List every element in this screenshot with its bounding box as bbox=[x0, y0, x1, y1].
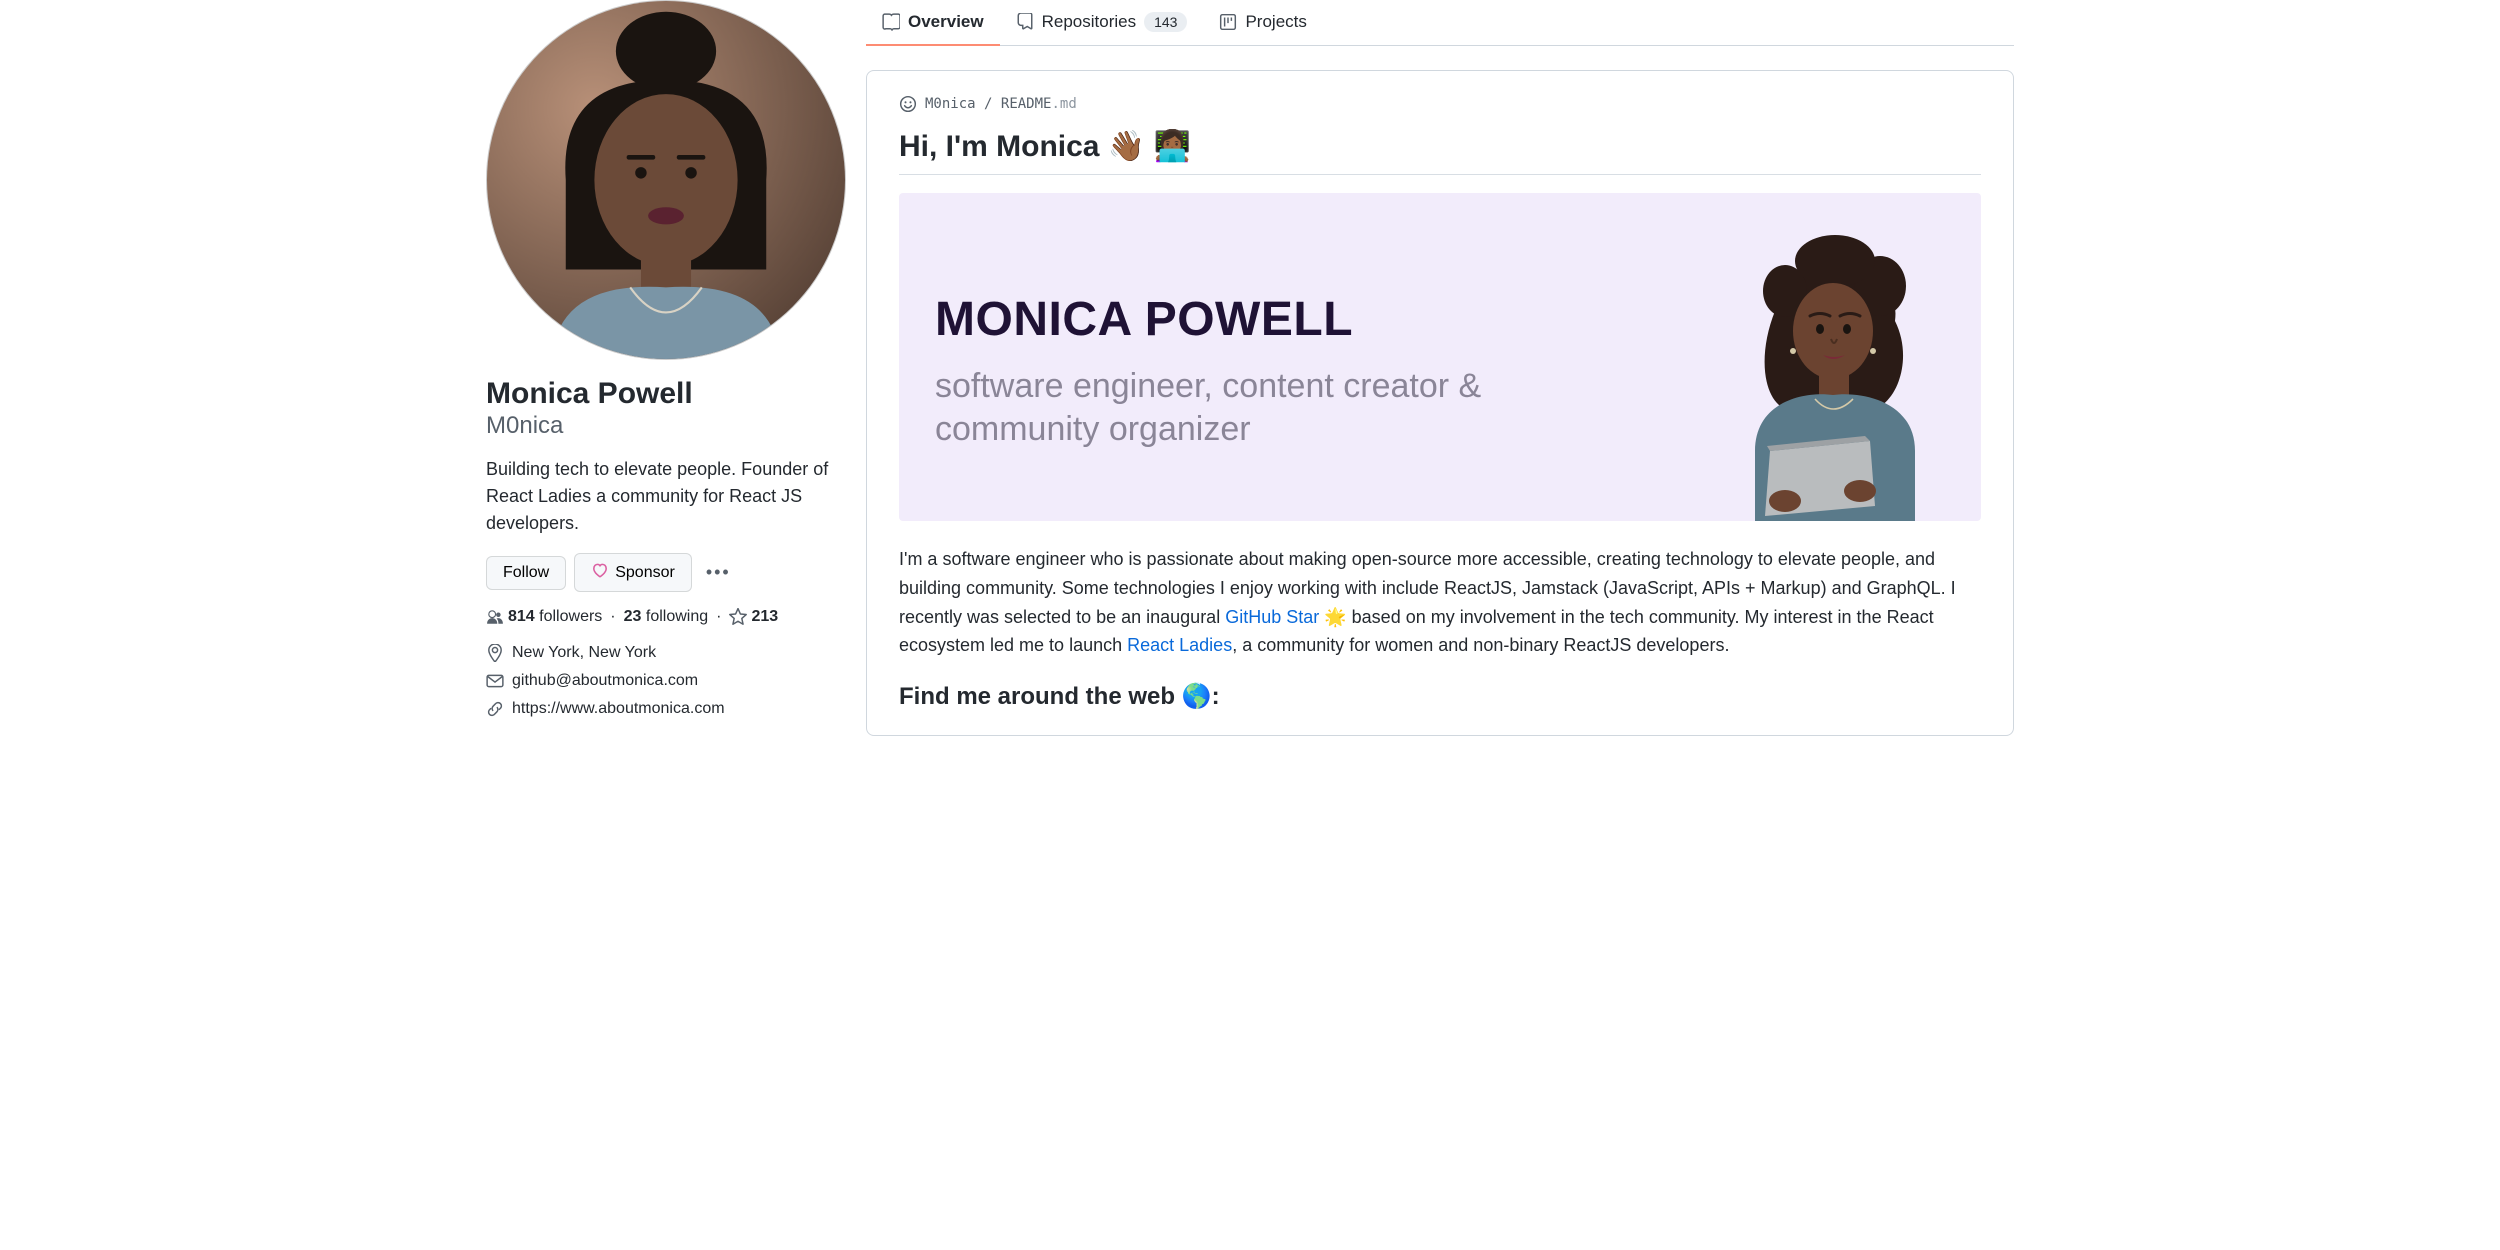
followers-link[interactable]: 814 followers bbox=[508, 608, 602, 626]
banner-illustration bbox=[1715, 221, 1945, 521]
banner-tagline: software engineer, content creator & com… bbox=[935, 365, 1655, 450]
sponsor-button-label: Sponsor bbox=[615, 564, 675, 582]
heart-icon bbox=[591, 561, 609, 584]
stars-link[interactable]: 213 bbox=[751, 608, 778, 626]
readme-banner: MONICA POWELL software engineer, content… bbox=[899, 193, 1981, 521]
main-content: Overview Repositories 143 Projects M0nic… bbox=[850, 0, 2030, 736]
mail-icon bbox=[486, 672, 504, 690]
project-icon bbox=[1219, 13, 1237, 31]
tab-overview-label: Overview bbox=[908, 12, 984, 32]
readme-path[interactable]: M0nica / README.md bbox=[899, 95, 1981, 113]
follow-button[interactable]: Follow bbox=[486, 556, 566, 590]
readme-paragraph: I'm a software engineer who is passionat… bbox=[899, 545, 1981, 660]
website-text: https://www.aboutmonica.com bbox=[512, 700, 725, 718]
book-icon bbox=[882, 13, 900, 31]
people-icon bbox=[486, 608, 504, 626]
profile-bio: Building tech to elevate people. Founder… bbox=[486, 456, 834, 537]
location-text: New York, New York bbox=[512, 644, 656, 662]
tab-repositories[interactable]: Repositories 143 bbox=[1000, 0, 1204, 46]
follow-button-label: Follow bbox=[503, 564, 549, 582]
website[interactable]: https://www.aboutmonica.com bbox=[486, 700, 834, 718]
banner-name: MONICA POWELL bbox=[935, 292, 1655, 347]
profile-readme: M0nica / README.md Hi, I'm Monica 👋🏾 👩🏾‍… bbox=[866, 70, 2014, 736]
readme-subheading: Find me around the web 🌎: bbox=[899, 682, 1981, 711]
repo-count-badge: 143 bbox=[1144, 12, 1187, 32]
more-actions-button[interactable]: ••• bbox=[700, 556, 737, 589]
profile-sidebar: Monica Powell M0nica Building tech to el… bbox=[470, 0, 850, 736]
email-text: github@aboutmonica.com bbox=[512, 672, 698, 690]
following-link[interactable]: 23 following bbox=[624, 608, 709, 626]
repo-icon bbox=[1016, 13, 1034, 31]
tab-projects-label: Projects bbox=[1245, 12, 1306, 32]
tab-repositories-label: Repositories bbox=[1042, 12, 1137, 32]
tab-projects[interactable]: Projects bbox=[1203, 0, 1322, 46]
follow-stats: 814 followers · 23 following · 213 bbox=[486, 608, 834, 626]
smiley-icon bbox=[899, 95, 917, 113]
readme-heading: Hi, I'm Monica 👋🏾 👩🏾‍💻 bbox=[899, 129, 1981, 175]
location: New York, New York bbox=[486, 644, 834, 662]
avatar[interactable] bbox=[486, 0, 846, 360]
profile-tabs: Overview Repositories 143 Projects bbox=[866, 0, 2014, 46]
star-icon bbox=[729, 608, 747, 626]
react-ladies-link[interactable]: React Ladies bbox=[1127, 635, 1232, 655]
sponsor-button[interactable]: Sponsor bbox=[574, 553, 692, 592]
location-icon bbox=[486, 644, 504, 662]
github-star-link[interactable]: GitHub Star bbox=[1225, 607, 1319, 627]
profile-name: Monica Powell bbox=[486, 376, 834, 412]
email[interactable]: github@aboutmonica.com bbox=[486, 672, 834, 690]
profile-username: M0nica bbox=[486, 412, 834, 440]
link-icon bbox=[486, 700, 504, 718]
tab-overview[interactable]: Overview bbox=[866, 0, 1000, 46]
